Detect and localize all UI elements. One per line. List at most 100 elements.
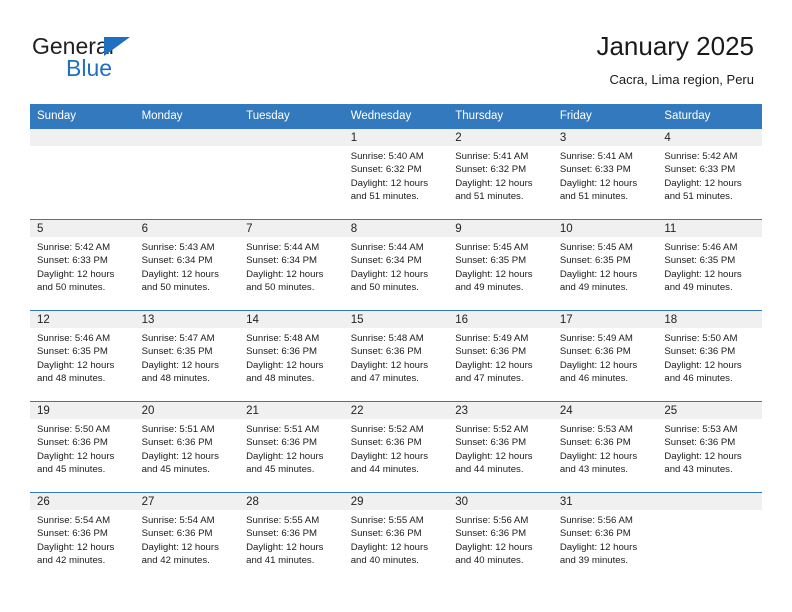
sunrise-text: Sunrise: 5:45 AM xyxy=(455,242,529,253)
daylight-text: Daylight: 12 hours and 50 minutes. xyxy=(37,268,115,294)
day-cell[interactable]: 26 Sunrise: 5:54 AM Sunset: 6:36 PM Dayligh… xyxy=(30,492,135,583)
day-number: 17 xyxy=(552,311,658,328)
day-cell[interactable]: 19 Sunrise: 5:50 AM Sunset: 6:36 PM Dayligh… xyxy=(30,401,135,493)
day-cell[interactable]: 24 Sunrise: 5:53 AM Sunset: 6:36 PM Dayligh… xyxy=(552,401,658,493)
calendar-week-row: 5 Sunrise: 5:42 AM Sunset: 6:33 PM Daylight… xyxy=(30,219,762,311)
daylight-text: Daylight: 12 hours and 50 minutes. xyxy=(246,268,324,294)
day-cell[interactable]: 11 Sunrise: 5:46 AM Sunset: 6:35 PM Dayligh… xyxy=(657,219,762,311)
day-cell[interactable]: 25 Sunrise: 5:53 AM Sunset: 6:36 PM Dayligh… xyxy=(657,401,762,493)
day-cell[interactable]: 23 Sunrise: 5:52 AM Sunset: 6:36 PM Dayligh… xyxy=(448,401,553,493)
daylight-text: Daylight: 12 hours and 51 minutes. xyxy=(455,177,533,203)
day-cell[interactable]: 29 Sunrise: 5:55 AM Sunset: 6:36 PM Dayligh… xyxy=(343,492,449,583)
day-cell[interactable]: 14 Sunrise: 5:48 AM Sunset: 6:36 PM Dayligh… xyxy=(239,310,344,402)
day-details: Sunrise: 5:56 AM Sunset: 6:36 PM Daylight:… xyxy=(448,510,553,568)
day-cell[interactable]: 6 Sunrise: 5:43 AM Sunset: 6:34 PM Daylight… xyxy=(134,219,240,311)
day-cell[interactable]: 21 Sunrise: 5:51 AM Sunset: 6:36 PM Dayligh… xyxy=(239,401,344,493)
sunrise-text: Sunrise: 5:49 AM xyxy=(559,333,633,344)
day-details: Sunrise: 5:45 AM Sunset: 6:35 PM Daylight:… xyxy=(553,237,658,295)
daylight-text: Daylight: 12 hours and 40 minutes. xyxy=(455,541,533,567)
day-cell[interactable]: 4 Sunrise: 5:42 AM Sunset: 6:33 PM Daylight… xyxy=(657,128,762,220)
sunrise-text: Sunrise: 5:44 AM xyxy=(350,242,424,253)
day-details: Sunrise: 5:44 AM Sunset: 6:34 PM Daylight:… xyxy=(344,237,449,295)
day-cell[interactable]: 5 Sunrise: 5:42 AM Sunset: 6:33 PM Daylight… xyxy=(30,219,135,311)
day-details: Sunrise: 5:44 AM Sunset: 6:34 PM Daylight:… xyxy=(239,237,344,295)
sunset-text: Sunset: 6:36 PM xyxy=(350,346,422,358)
day-number: 7 xyxy=(239,220,344,237)
sunset-text: Sunset: 6:36 PM xyxy=(559,528,631,540)
day-cell[interactable]: 17 Sunrise: 5:49 AM Sunset: 6:36 PM Dayligh… xyxy=(552,310,658,402)
day-cell[interactable]: 30 Sunrise: 5:56 AM Sunset: 6:36 PM Dayligh… xyxy=(448,492,553,583)
sunrise-text: Sunrise: 5:44 AM xyxy=(246,242,320,253)
day-cell[interactable]: 15 Sunrise: 5:48 AM Sunset: 6:36 PM Dayligh… xyxy=(343,310,449,402)
sunset-text: Sunset: 6:36 PM xyxy=(559,437,631,449)
sunset-text: Sunset: 6:36 PM xyxy=(246,528,318,540)
daylight-text: Daylight: 12 hours and 44 minutes. xyxy=(455,450,533,476)
day-number: 20 xyxy=(134,402,240,419)
sunrise-text: Sunrise: 5:54 AM xyxy=(37,515,111,526)
daylight-text: Daylight: 12 hours and 46 minutes. xyxy=(559,359,638,385)
day-number: 11 xyxy=(657,220,762,237)
day-cell[interactable]: 13 Sunrise: 5:47 AM Sunset: 6:35 PM Dayligh… xyxy=(134,310,240,402)
weekday-header-saturday: Saturday xyxy=(657,104,762,129)
sunrise-text: Sunrise: 5:42 AM xyxy=(37,242,111,253)
sunset-text: Sunset: 6:33 PM xyxy=(559,164,631,176)
day-cell[interactable]: 20 Sunrise: 5:51 AM Sunset: 6:36 PM Dayligh… xyxy=(134,401,240,493)
calendar-page: General Blue January 2025 Cacra, Lima re… xyxy=(0,0,792,612)
sunrise-text: Sunrise: 5:53 AM xyxy=(664,424,738,435)
day-number: 25 xyxy=(657,402,762,419)
day-details: Sunrise: 5:49 AM Sunset: 6:36 PM Daylight:… xyxy=(448,328,553,386)
day-number: 14 xyxy=(239,311,344,328)
day-number: 30 xyxy=(448,493,553,510)
day-number: 28 xyxy=(239,493,344,510)
sunset-text: Sunset: 6:36 PM xyxy=(246,346,318,358)
sunrise-text: Sunrise: 5:42 AM xyxy=(664,151,738,162)
day-cell[interactable]: 12 Sunrise: 5:46 AM Sunset: 6:35 PM Dayligh… xyxy=(30,310,135,402)
day-cell[interactable]: 27 Sunrise: 5:54 AM Sunset: 6:36 PM Dayligh… xyxy=(134,492,240,583)
daylight-text: Daylight: 12 hours and 47 minutes. xyxy=(350,359,429,385)
day-details: Sunrise: 5:45 AM Sunset: 6:35 PM Daylight:… xyxy=(448,237,553,295)
daylight-text: Daylight: 12 hours and 43 minutes. xyxy=(664,450,742,476)
day-details: Sunrise: 5:55 AM Sunset: 6:36 PM Daylight:… xyxy=(344,510,449,568)
sunset-text: Sunset: 6:32 PM xyxy=(455,164,527,176)
sunset-text: Sunset: 6:35 PM xyxy=(37,346,108,358)
sunset-text: Sunset: 6:36 PM xyxy=(455,437,527,449)
sunrise-text: Sunrise: 5:41 AM xyxy=(455,151,529,162)
day-details: Sunrise: 5:51 AM Sunset: 6:36 PM Daylight:… xyxy=(135,419,240,477)
day-cell[interactable]: 3 Sunrise: 5:41 AM Sunset: 6:33 PM Daylight… xyxy=(552,128,658,220)
day-number: 18 xyxy=(657,311,762,328)
daylight-text: Daylight: 12 hours and 51 minutes. xyxy=(559,177,638,203)
daylight-text: Daylight: 12 hours and 45 minutes. xyxy=(141,450,219,476)
general-blue-logo[interactable]: General Blue xyxy=(32,33,262,85)
sunset-text: Sunset: 6:33 PM xyxy=(37,255,108,267)
day-cell[interactable]: 16 Sunrise: 5:49 AM Sunset: 6:36 PM Dayligh… xyxy=(448,310,553,402)
day-details: Sunrise: 5:47 AM Sunset: 6:35 PM Daylight:… xyxy=(135,328,240,386)
day-details: Sunrise: 5:53 AM Sunset: 6:36 PM Daylight:… xyxy=(553,419,658,477)
day-cell[interactable]: 1 Sunrise: 5:40 AM Sunset: 6:32 PM Daylight… xyxy=(343,128,449,220)
day-cell[interactable]: 7 Sunrise: 5:44 AM Sunset: 6:34 PM Daylight… xyxy=(239,219,344,311)
day-number: 5 xyxy=(30,220,135,237)
calendar-week-row: 1 Sunrise: 5:40 AM Sunset: 6:32 PM Daylight… xyxy=(30,128,762,220)
day-details: Sunrise: 5:46 AM Sunset: 6:35 PM Daylight:… xyxy=(657,237,762,295)
day-details: Sunrise: 5:55 AM Sunset: 6:36 PM Daylight:… xyxy=(239,510,344,568)
sunrise-text: Sunrise: 5:49 AM xyxy=(455,333,529,344)
day-cell[interactable]: 28 Sunrise: 5:55 AM Sunset: 6:36 PM Dayligh… xyxy=(239,492,344,583)
day-cell[interactable]: 2 Sunrise: 5:41 AM Sunset: 6:32 PM Daylight… xyxy=(448,128,553,220)
sunrise-text: Sunrise: 5:54 AM xyxy=(141,515,215,526)
daylight-text: Daylight: 12 hours and 50 minutes. xyxy=(141,268,219,294)
daylight-text: Daylight: 12 hours and 41 minutes. xyxy=(246,541,324,567)
day-cell[interactable]: 31 Sunrise: 5:56 AM Sunset: 6:36 PM Dayligh… xyxy=(552,492,658,583)
sunrise-text: Sunrise: 5:56 AM xyxy=(559,515,633,526)
day-cell[interactable]: 8 Sunrise: 5:44 AM Sunset: 6:34 PM Daylight… xyxy=(343,219,449,311)
day-cell[interactable]: 10 Sunrise: 5:45 AM Sunset: 6:35 PM Dayligh… xyxy=(552,219,658,311)
sunrise-text: Sunrise: 5:46 AM xyxy=(37,333,111,344)
sunrise-text: Sunrise: 5:50 AM xyxy=(664,333,738,344)
daylight-text: Daylight: 12 hours and 48 minutes. xyxy=(37,359,115,385)
daylight-text: Daylight: 12 hours and 47 minutes. xyxy=(455,359,533,385)
page-subtitle: Cacra, Lima region, Peru xyxy=(609,72,754,87)
day-cell[interactable]: 22 Sunrise: 5:52 AM Sunset: 6:36 PM Dayligh… xyxy=(343,401,449,493)
triangle-icon xyxy=(104,37,130,56)
day-details: Sunrise: 5:41 AM Sunset: 6:33 PM Daylight:… xyxy=(553,146,658,204)
sunrise-text: Sunrise: 5:41 AM xyxy=(559,151,633,162)
day-cell[interactable]: 18 Sunrise: 5:50 AM Sunset: 6:36 PM Dayligh… xyxy=(657,310,762,402)
day-cell[interactable]: 9 Sunrise: 5:45 AM Sunset: 6:35 PM Daylight… xyxy=(448,219,553,311)
